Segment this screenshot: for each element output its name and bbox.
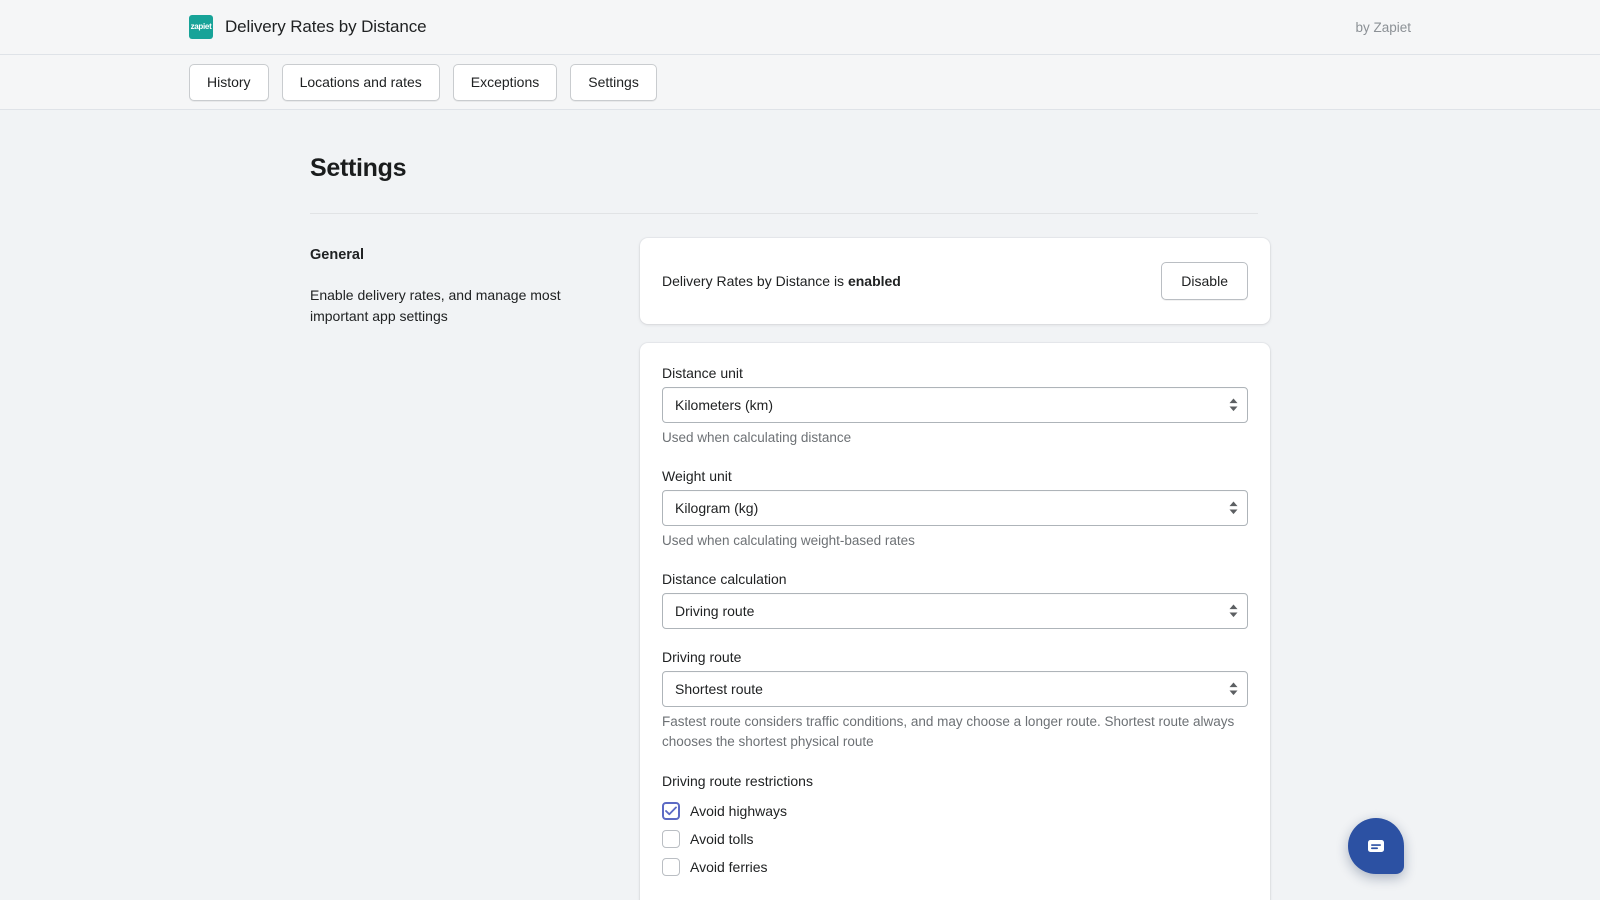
weight-unit-select[interactable]: Kilogram (kg) [662, 490, 1248, 526]
checkbox-label-avoid-highways: Avoid highways [690, 803, 788, 819]
app-byline: by Zapiet [1355, 19, 1411, 35]
distance-unit-select-wrap: Kilometers (km) [662, 387, 1248, 423]
app-title: Delivery Rates by Distance [225, 17, 427, 36]
page-content: Settings General Enable delivery rates, … [310, 110, 1270, 900]
distance-unit-select[interactable]: Kilometers (km) [662, 387, 1248, 423]
tab-history[interactable]: History [189, 63, 269, 101]
page-body: Settings General Enable delivery rates, … [0, 110, 1600, 900]
chat-launcher-button[interactable] [1348, 818, 1404, 874]
general-settings-card: Distance unit Kilometers (km) Used when … [640, 343, 1270, 900]
zapiet-logo-text: zapiet [190, 22, 212, 31]
tab-exceptions[interactable]: Exceptions [452, 63, 558, 101]
checkbox-label-avoid-tolls: Avoid tolls [690, 831, 754, 847]
weight-unit-select-wrap: Kilogram (kg) [662, 490, 1248, 526]
checkmark-icon [665, 806, 677, 816]
disable-button[interactable]: Disable [1161, 262, 1248, 300]
distance-calculation-label: Distance calculation [662, 571, 787, 587]
driving-route-restrictions-group: Driving route restrictions Avoid highway… [662, 771, 1248, 881]
field-distance-unit: Distance unit Kilometers (km) Used when … [662, 363, 1248, 448]
weight-unit-label: Weight unit [662, 468, 732, 484]
app-header: zapiet Delivery Rates by Distance by Zap… [0, 0, 1600, 55]
restrictions-label: Driving route restrictions [662, 773, 813, 789]
checkbox-row-avoid-tolls[interactable]: Avoid tolls [662, 825, 1248, 853]
checkbox-row-avoid-highways[interactable]: Avoid highways [662, 797, 1248, 825]
tab-locations-and-rates[interactable]: Locations and rates [281, 63, 440, 101]
enable-status-card: Delivery Rates by Distance is enabled Di… [640, 238, 1270, 324]
checkbox-row-avoid-ferries[interactable]: Avoid ferries [662, 853, 1248, 881]
checkbox-avoid-tolls[interactable] [662, 830, 680, 848]
distance-calculation-select-wrap: Driving route [662, 593, 1248, 629]
nav-bar: History Locations and rates Exceptions S… [0, 55, 1600, 110]
enable-status-text: Delivery Rates by Distance is enabled [662, 271, 901, 291]
tab-settings[interactable]: Settings [570, 63, 657, 101]
weight-unit-help: Used when calculating weight-based rates [662, 533, 915, 548]
distance-unit-help: Used when calculating distance [662, 430, 852, 445]
field-weight-unit: Weight unit Kilogram (kg) Used when calc… [662, 466, 1248, 551]
driving-route-select-wrap: Shortest route [662, 671, 1248, 707]
enable-status-prefix: Delivery Rates by Distance is [662, 273, 848, 289]
general-settings-section: General Enable delivery rates, and manag… [310, 238, 1270, 900]
title-divider [310, 213, 1258, 214]
app-identity: zapiet Delivery Rates by Distance [189, 15, 427, 39]
checkbox-label-avoid-ferries: Avoid ferries [690, 859, 768, 875]
zapiet-logo-icon: zapiet [189, 15, 213, 39]
distance-unit-label: Distance unit [662, 365, 743, 381]
section-description: Enable delivery rates, and manage most i… [310, 287, 561, 324]
section-main: Delivery Rates by Distance is enabled Di… [640, 238, 1270, 900]
section-aside: General Enable delivery rates, and manag… [310, 238, 640, 900]
chat-bubble-icon [1368, 840, 1384, 852]
section-heading: General [310, 247, 364, 263]
enable-status-value: enabled [847, 273, 901, 289]
driving-route-help: Fastest route considers traffic conditio… [662, 714, 1235, 749]
field-driving-route: Driving route Shortest route Fastest rou… [662, 647, 1248, 752]
driving-route-label: Driving route [662, 649, 742, 665]
checkbox-avoid-highways[interactable] [662, 802, 680, 820]
driving-route-select[interactable]: Shortest route [662, 671, 1248, 707]
page-title: Settings [310, 154, 407, 182]
checkbox-avoid-ferries[interactable] [662, 858, 680, 876]
distance-calculation-select[interactable]: Driving route [662, 593, 1248, 629]
field-distance-calculation: Distance calculation Driving route [662, 569, 1248, 629]
